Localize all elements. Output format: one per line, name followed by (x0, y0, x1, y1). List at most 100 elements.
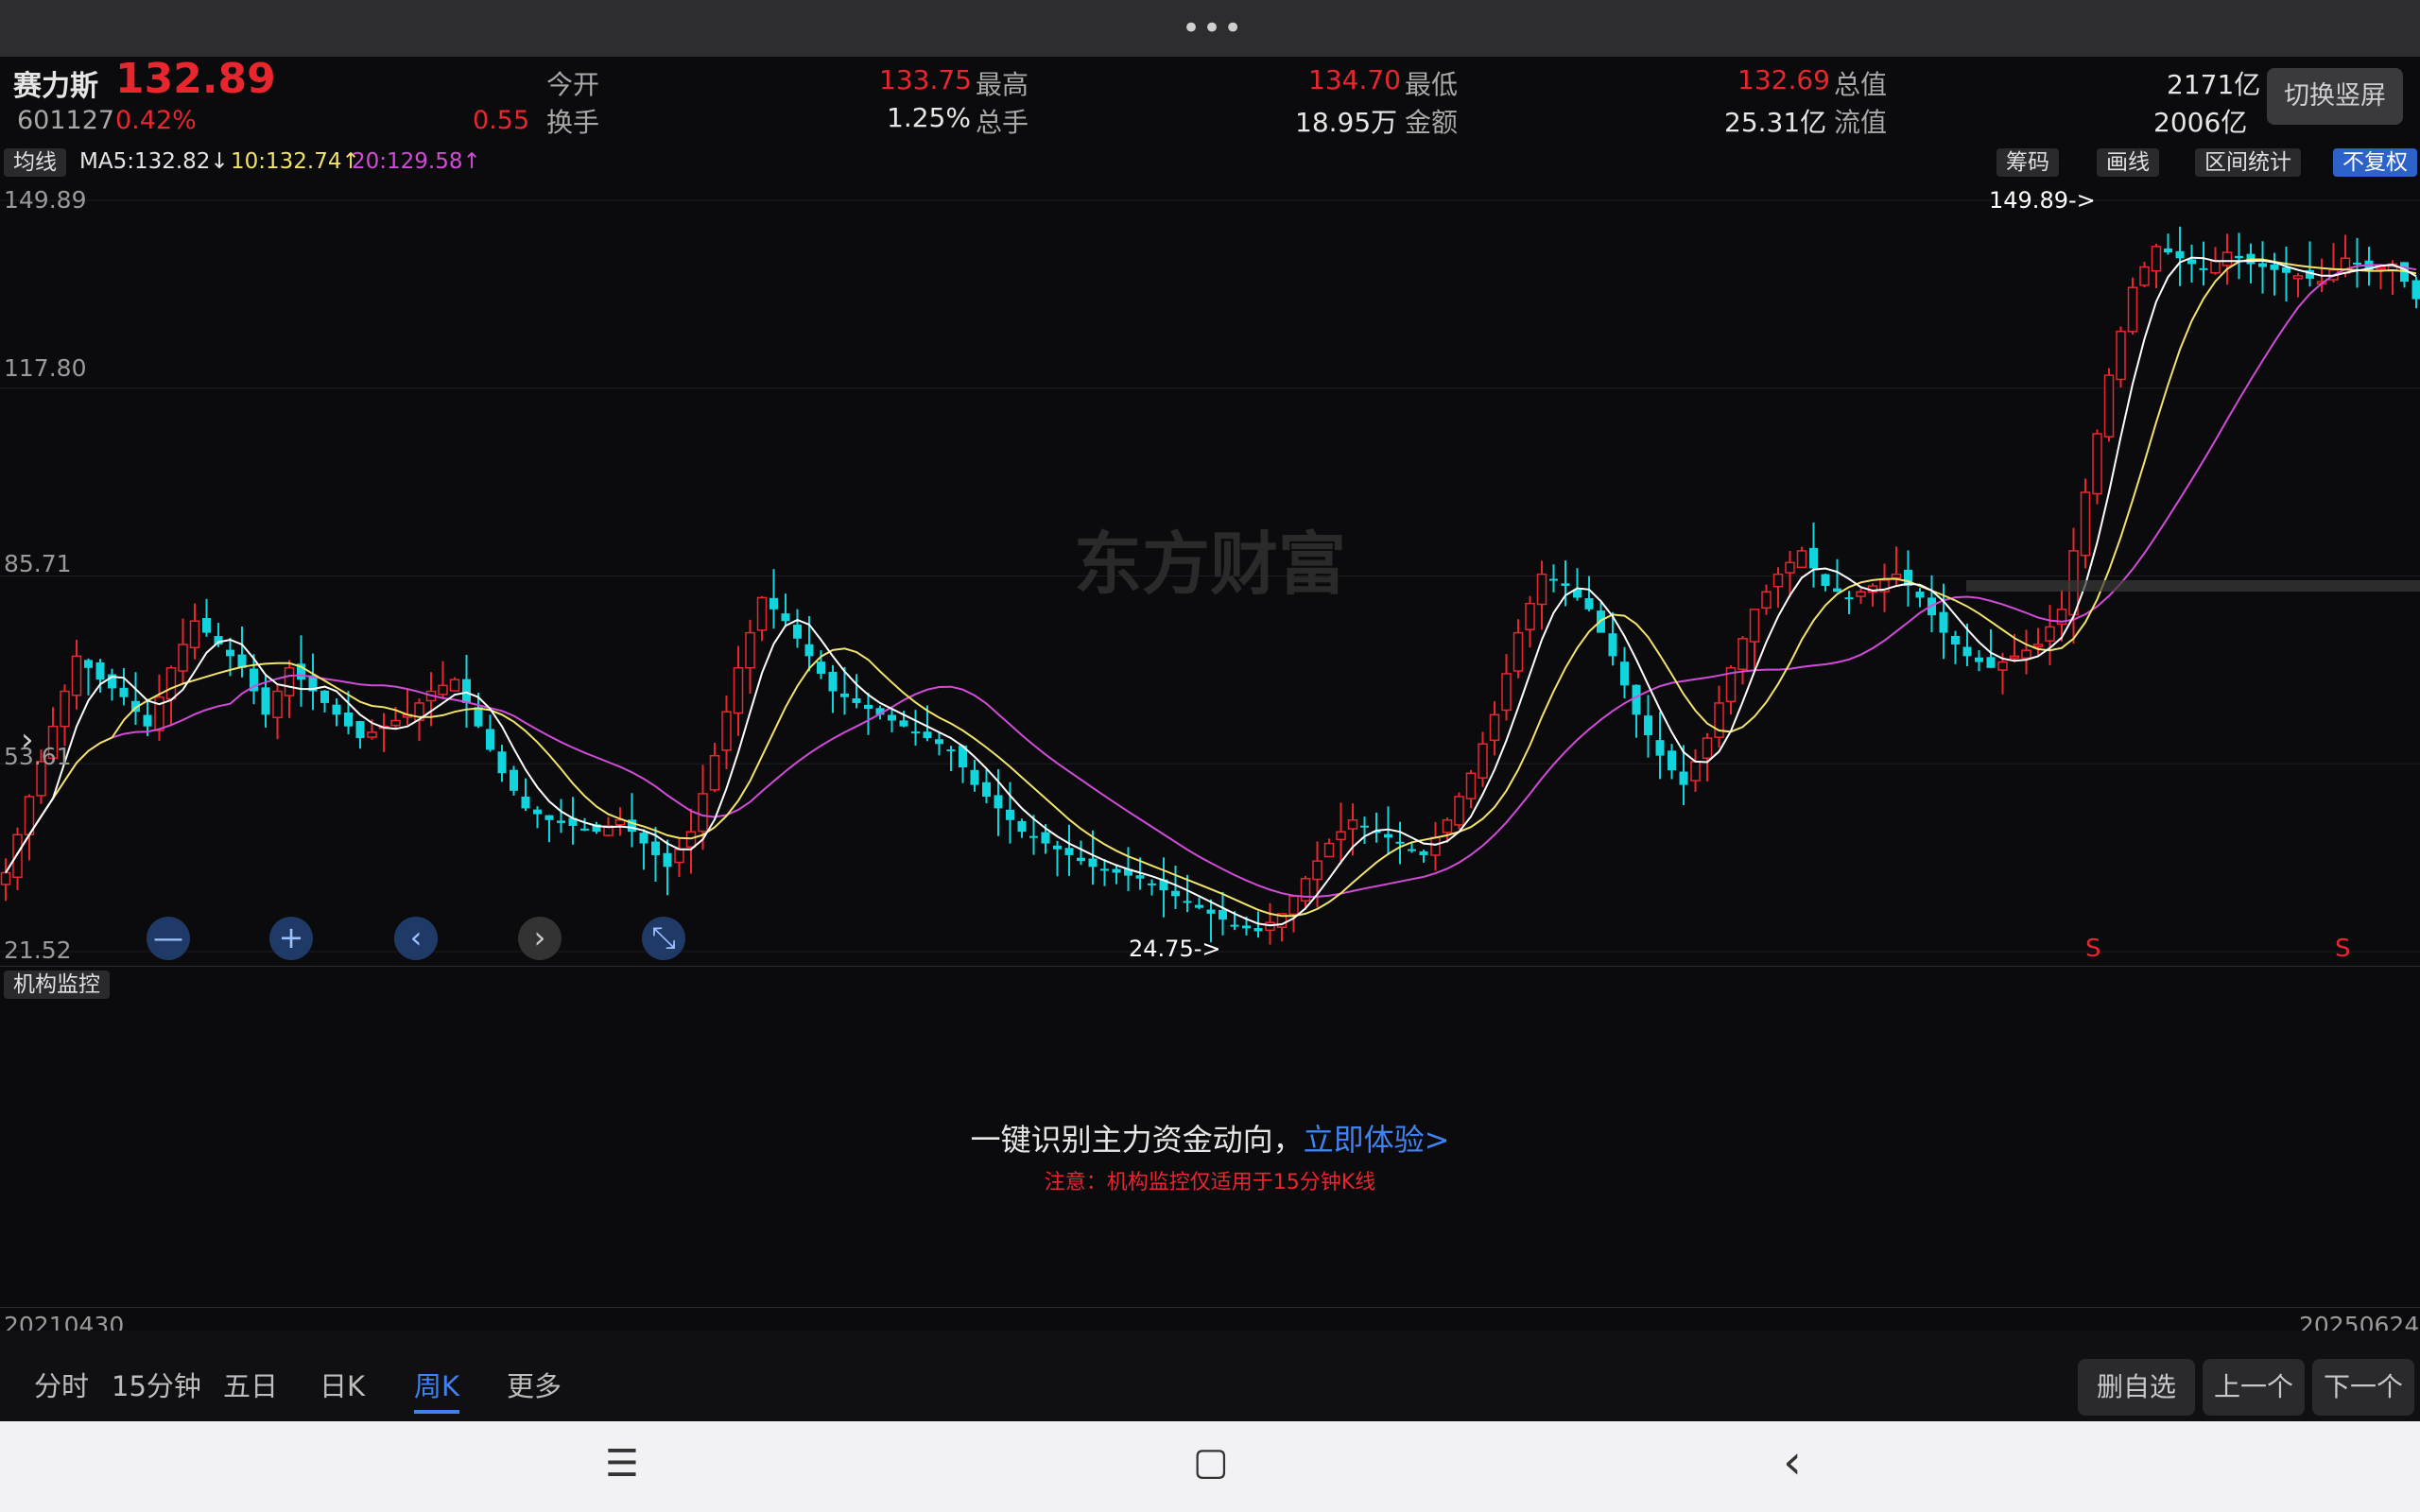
candle-body (272, 690, 283, 718)
candle-body (284, 667, 295, 696)
next-stock-button[interactable]: 下一个 (2312, 1359, 2414, 1416)
candle-body (1454, 796, 1464, 826)
candle-body (1761, 591, 1772, 610)
candle-body (1962, 646, 1972, 657)
home-icon[interactable]: ▢ (1193, 1440, 1229, 1484)
chevron-right-icon[interactable]: › (21, 721, 34, 759)
candle-body (1821, 574, 1830, 587)
candle-body (60, 690, 70, 728)
candle-body (226, 649, 234, 657)
no-adjust-button[interactable]: 不复权 (2333, 148, 2417, 177)
candle-body (1668, 750, 1676, 771)
candle-body (864, 704, 873, 710)
volume-value: 18.95万 (1295, 107, 1398, 138)
candle-body (2080, 491, 2091, 557)
candle-body (1608, 633, 1617, 657)
scroll-left-button[interactable]: ‹ (394, 917, 438, 960)
candle-body (1891, 573, 1902, 579)
candle-body (95, 662, 105, 680)
candle-body (449, 679, 460, 692)
kline-chart[interactable]: 东方财富 149.89 117.80 85.71 53.61 21.52 149… (0, 181, 2420, 966)
candle-body (521, 796, 530, 809)
candle-body (1620, 662, 1629, 686)
candle-body (1796, 550, 1807, 569)
candle-body (462, 679, 471, 703)
tab-5day[interactable]: 五日 (223, 1365, 278, 1404)
candle-body (1975, 657, 1983, 662)
candle-body (189, 620, 200, 649)
candle-body (2021, 649, 2031, 660)
zoom-out-button[interactable]: — (147, 917, 190, 960)
tab-more[interactable]: 更多 (507, 1365, 562, 1404)
candle-body (261, 687, 270, 715)
candle-body (899, 720, 908, 727)
ma10-value: 10:132.74↑ (231, 149, 360, 174)
candle-body (1986, 657, 1996, 668)
institution-monitor-selector[interactable]: 机构监控 (4, 971, 110, 999)
tab-intraday[interactable]: 分时 (34, 1365, 89, 1404)
menu-icon[interactable]: ☰ (605, 1442, 639, 1486)
candle-body (970, 769, 979, 785)
candle-body (1644, 715, 1652, 735)
chips-button[interactable]: 筹码 (1996, 148, 2059, 177)
stock-code: 601127 (17, 106, 115, 135)
candle-body (1077, 857, 1085, 862)
previous-stock-button[interactable]: 上一个 (2203, 1359, 2305, 1416)
candle-body (1242, 925, 1251, 929)
float-cap-label: 流值 (1834, 107, 1888, 138)
more-dots-icon[interactable]: ••• (1182, 9, 1242, 47)
y-axis-label: 85.71 (4, 550, 72, 577)
candle-body (390, 719, 401, 727)
remove-favorite-button[interactable]: 删自选 (2078, 1359, 2195, 1416)
candle-body (888, 714, 896, 721)
stock-price: 132.89 (115, 55, 276, 103)
candle-body (0, 871, 11, 885)
candle-body (2032, 644, 2044, 648)
candle-body (544, 815, 554, 820)
ma-selector-button[interactable]: 均线 (4, 148, 66, 177)
zoom-in-button[interactable]: + (269, 917, 313, 960)
candle-body (1206, 909, 1216, 914)
kline-chart-svg[interactable]: 东方财富 149.89 117.80 85.71 53.61 21.52 149… (0, 181, 2420, 966)
candle-body (1549, 578, 1558, 581)
candle-body (1844, 597, 1854, 600)
tab-15min[interactable]: 15分钟 (112, 1365, 201, 1404)
watermark: 东方财富 (1074, 524, 1346, 604)
candle-body (2116, 330, 2126, 381)
min-price-marker: 24.75-> (1129, 936, 1220, 962)
promo-line: 一键识别主力资金动向，立即体验> (0, 1116, 2420, 1160)
candle-body (1430, 836, 1441, 856)
candle-body (911, 731, 920, 734)
candle-body (2103, 374, 2115, 438)
candle-body (1288, 895, 1299, 916)
candle-body (2235, 255, 2243, 259)
candle-body (804, 644, 814, 657)
candle-body (165, 667, 177, 700)
draw-line-button[interactable]: 画线 (2097, 148, 2159, 177)
promo-text: 一键识别主力资金动向， (970, 1122, 1304, 1158)
system-nav-bar: ☰ ▢ ‹ (0, 1421, 2420, 1512)
scroll-right-button[interactable]: › (518, 917, 562, 960)
candle-body (1100, 868, 1109, 871)
candle-body (1714, 702, 1724, 738)
try-now-link[interactable]: 立即体验> (1304, 1122, 1450, 1158)
switch-portrait-button[interactable]: 切换竖屏 (2267, 68, 2403, 125)
price-band (1966, 580, 2420, 592)
candle-body (1536, 573, 1547, 606)
candle-body (2045, 626, 2055, 642)
reset-view-button[interactable]: ⤡ (642, 917, 685, 960)
candle-body (1785, 561, 1795, 574)
candle-body (1512, 631, 1524, 672)
turnover-value: 1.25% (887, 102, 971, 133)
back-icon[interactable]: ‹ (1783, 1435, 1802, 1489)
tab-weekly[interactable]: 周K (414, 1365, 460, 1414)
candle-body (1525, 602, 1535, 630)
candle-body (828, 672, 838, 692)
candle-body (2127, 286, 2138, 333)
candle-body (1336, 831, 1346, 841)
stock-change-value: 0.55 (473, 106, 530, 135)
candle-body (721, 711, 732, 751)
range-stat-button[interactable]: 区间统计 (2195, 148, 2301, 177)
tab-daily[interactable]: 日K (320, 1365, 365, 1404)
candle-body (781, 613, 790, 622)
